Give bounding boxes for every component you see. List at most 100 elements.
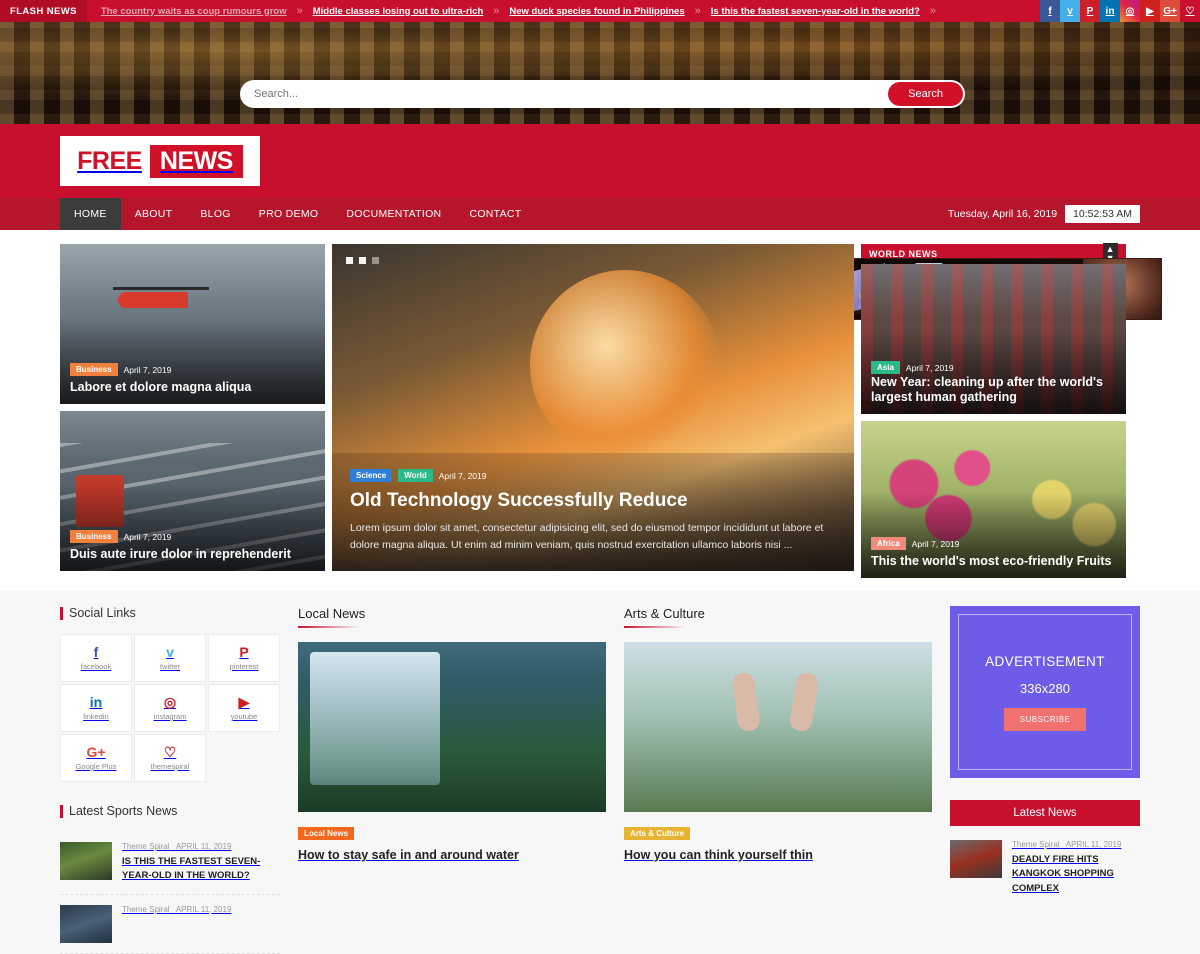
social-cell-youtube[interactable]: ▶ youtube <box>208 684 280 732</box>
facebook-icon: f <box>93 644 99 660</box>
post-thumbnail-image <box>60 904 112 943</box>
post-date: April 7, 2019 <box>123 531 172 542</box>
post-tag-row: Arts & Culture <box>624 823 932 841</box>
nav-item-contact[interactable]: CONTACT <box>455 198 535 230</box>
social-links-grid: f facebook ᴠ twitter P pinterest in link… <box>60 634 280 782</box>
list-item[interactable]: Theme Spiral APRIL 11, 2019 DEADLY FIRE … <box>950 830 1140 906</box>
featured-main-body: Science World April 7, 2019 Old Technolo… <box>332 469 854 571</box>
pinterest-icon: P <box>239 644 249 660</box>
search-bar: Search <box>240 80 965 108</box>
social-cell-pinterest[interactable]: P pinterest <box>208 634 280 682</box>
post-meta: Theme Spiral APRIL 11, 2019 <box>122 905 231 914</box>
post-title: New Year: cleaning up after the world's … <box>871 374 1103 405</box>
section-article-link[interactable]: Arts & Culture How you can think yoursel… <box>624 642 932 862</box>
advertisement-title: ADVERTISEMENT <box>985 653 1105 669</box>
world-news-card-2[interactable]: Africa April 7, 2019 This the world's mo… <box>861 421 1126 578</box>
social-cell-googleplus[interactable]: G+ Google Plus <box>60 734 132 782</box>
featured-card-left-2[interactable]: Business April 7, 2019 Duis aute irure d… <box>60 411 325 571</box>
social-cell-label: instagram <box>153 712 187 721</box>
googleplus-icon[interactable]: G+ <box>1160 0 1180 22</box>
right-sidebar: ADVERTISEMENT 336x280 SUBSCRIBE Latest N… <box>950 606 1140 954</box>
logo-bar: FREE NEWS ADVERTISEMENT 760x90 HOT LAUNC… <box>0 124 1200 320</box>
featured-left-column: Business April 7, 2019 Labore et dolore … <box>60 244 325 578</box>
center-content: Local News Local News How to stay safe i… <box>280 606 950 954</box>
featured-slider: Science World April 7, 2019 Old Technolo… <box>332 244 854 578</box>
flash-news-item-3[interactable]: Is this the fastest seven-year-old in th… <box>705 6 926 17</box>
post-meta: Science World April 7, 2019 <box>350 469 836 483</box>
category-badge-world[interactable]: World <box>398 469 433 483</box>
post-title: Old Technology Successfully Reduce <box>350 490 688 512</box>
search-button[interactable]: Search <box>888 82 963 106</box>
social-cell-facebook[interactable]: f facebook <box>60 634 132 682</box>
post-date: April 7, 2019 <box>438 470 487 481</box>
social-cell-label: twitter <box>159 662 180 671</box>
site-logo[interactable]: FREE NEWS <box>60 136 260 186</box>
featured-card-main[interactable]: Science World April 7, 2019 Old Technolo… <box>332 244 854 571</box>
search-input[interactable] <box>254 88 889 100</box>
nav-item-about[interactable]: ABOUT <box>121 198 187 230</box>
youtube-icon[interactable]: ▶ <box>1140 0 1160 22</box>
twitter-icon: ᴠ <box>166 644 174 660</box>
nav-item-documentation[interactable]: DOCUMENTATION <box>332 198 455 230</box>
subscribe-button[interactable]: SUBSCRIBE <box>1003 707 1087 731</box>
twitter-icon[interactable]: ᴠ <box>1060 0 1080 22</box>
section-underline <box>298 626 360 628</box>
slider-dot-3[interactable] <box>372 257 379 264</box>
category-badge[interactable]: Arts & Culture <box>624 827 691 840</box>
flash-news-item-0[interactable]: The country waits as coup rumours grow <box>95 6 293 17</box>
category-badge[interactable]: Asia <box>871 361 900 374</box>
social-cell-linkedin[interactable]: in linkedin <box>60 684 132 732</box>
post-date: April 7, 2019 <box>123 364 172 375</box>
hero-background-image <box>0 22 1200 124</box>
linkedin-icon: in <box>89 694 103 710</box>
chevron-right-icon: » <box>694 5 701 17</box>
logo-text-news: NEWS <box>149 144 243 178</box>
category-badge[interactable]: Business <box>70 363 118 376</box>
category-badge[interactable]: Local News <box>298 827 355 840</box>
category-badge[interactable]: Business <box>70 530 118 543</box>
social-cell-label: facebook <box>80 662 112 671</box>
post-body: Theme Spiral APRIL 11, 2019 <box>122 905 231 943</box>
post-date: April 7, 2019 <box>905 362 954 373</box>
slider-dot-1[interactable] <box>346 257 353 264</box>
main-navigation-bar: HOME ABOUT BLOG PRO DEMO DOCUMENTATION C… <box>0 198 1200 230</box>
advertisement-box[interactable]: ADVERTISEMENT 336x280 SUBSCRIBE <box>950 606 1140 778</box>
post-title: How to stay safe in and around water <box>298 848 519 862</box>
instagram-icon[interactable]: ◎ <box>1120 0 1140 22</box>
sports-widget-title: Latest Sports News <box>60 804 280 818</box>
social-cell-instagram[interactable]: ◎ instagram <box>134 684 206 732</box>
current-date: Tuesday, April 16, 2019 <box>947 208 1058 220</box>
post-meta: Asia April 7, 2019 <box>871 361 954 374</box>
world-news-card-1[interactable]: Asia April 7, 2019 New Year: cleaning up… <box>861 264 1126 414</box>
section-article-link[interactable]: Local News How to stay safe in and aroun… <box>298 642 606 862</box>
section-local-news: Local News Local News How to stay safe i… <box>298 606 606 954</box>
nav-item-pro-demo[interactable]: PRO DEMO <box>245 198 333 230</box>
list-item[interactable]: Theme Spiral APRIL 11, 2019 IS THIS THE … <box>60 832 280 895</box>
featured-posts-grid: Business April 7, 2019 Labore et dolore … <box>0 230 1200 590</box>
list-item[interactable]: Theme Spiral APRIL 11, 2019 <box>60 895 280 954</box>
pinterest-icon[interactable]: P <box>1080 0 1100 22</box>
flash-news-item-1[interactable]: Middle classes losing out to ultra-rich <box>307 6 490 17</box>
instagram-icon: ◎ <box>163 694 177 710</box>
featured-card-left-1[interactable]: Business April 7, 2019 Labore et dolore … <box>60 244 325 404</box>
lower-content-area: Social Links f facebook ᴠ twitter P pint… <box>0 590 1200 954</box>
nav-item-blog[interactable]: BLOG <box>186 198 244 230</box>
latest-news-widget-title: Latest News <box>950 800 1140 826</box>
post-author: Theme Spiral <box>122 842 170 851</box>
linkedin-icon[interactable]: in <box>1100 0 1120 22</box>
social-cell-themespiral[interactable]: ♡ themespiral <box>134 734 206 782</box>
social-cell-label: pinterest <box>229 662 259 671</box>
nav-item-home[interactable]: HOME <box>60 198 121 230</box>
social-cell-label: youtube <box>230 712 258 721</box>
heart-icon[interactable]: ♡ <box>1180 0 1200 22</box>
flash-news-item-2[interactable]: New duck species found in Philippines <box>503 6 690 17</box>
category-badge[interactable]: Africa <box>871 537 906 550</box>
category-badge-science[interactable]: Science <box>350 469 393 483</box>
social-cell-twitter[interactable]: ᴠ twitter <box>134 634 206 682</box>
post-meta: Africa April 7, 2019 <box>871 537 959 550</box>
facebook-icon[interactable]: f <box>1040 0 1060 22</box>
main-menu: HOME ABOUT BLOG PRO DEMO DOCUMENTATION C… <box>60 198 536 230</box>
slider-dot-2[interactable] <box>359 257 366 264</box>
post-thumbnail-image <box>60 842 112 880</box>
left-sidebar: Social Links f facebook ᴠ twitter P pint… <box>60 606 280 954</box>
